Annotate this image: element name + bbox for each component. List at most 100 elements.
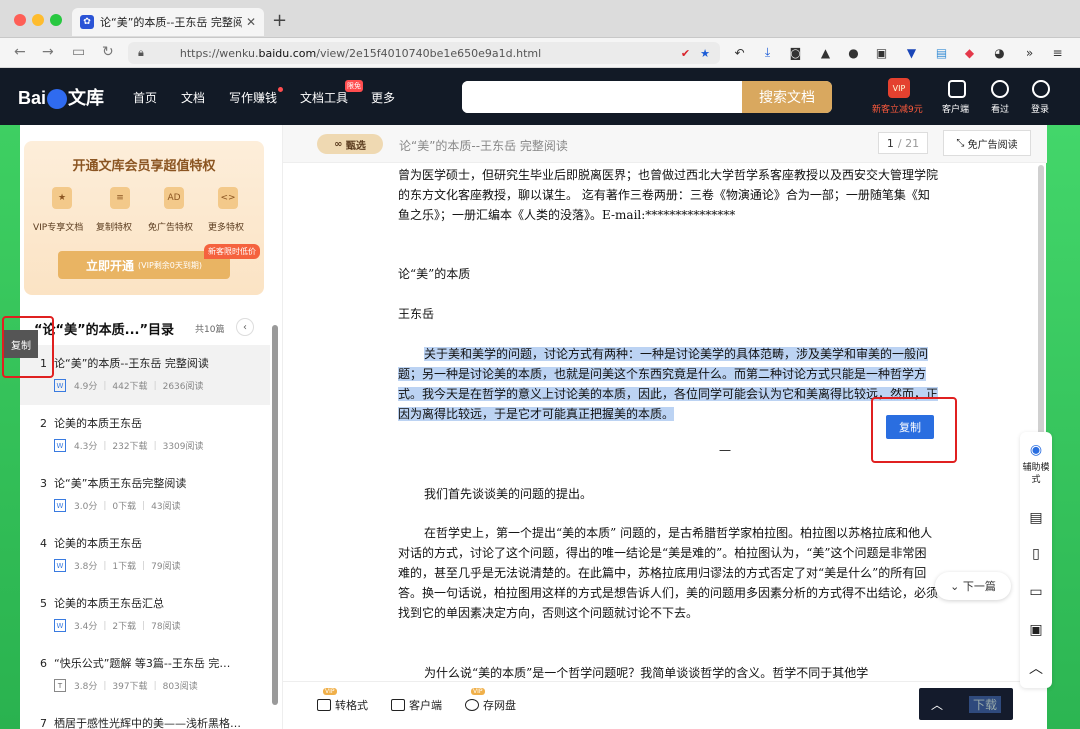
author-bio: 曾为医学硕士，但研究生毕业后即脱离医界；也曾做过西北大学哲学系客座教授以及西安交… [398,168,939,222]
paragraph: 为什么说“美的本质”是一个哲学问题呢？我简单谈谈哲学的含义。哲学不同于其他学 [424,666,869,680]
more-tools-icon[interactable]: » [1022,45,1037,60]
promo-text[interactable]: 新客立减9元 [872,102,923,115]
client-icon[interactable] [948,80,966,98]
back-to-top-icon[interactable]: ︿ [1026,658,1046,678]
vip-doc-icon: ★ [52,187,72,209]
new-tab-button[interactable]: + [272,10,287,31]
zoom-window-button[interactable] [50,14,62,26]
menu-icon[interactable]: ≡ [1050,45,1065,60]
doc-title: 论“美”的本质--王东岳 完整阅读 [399,139,568,153]
clipboard-icon[interactable]: ▣ [1026,620,1046,640]
rocket-icon[interactable]: ▲ [818,45,833,60]
word-file-icon: W [54,559,66,572]
collapse-toc-icon[interactable]: ‹ [236,318,254,336]
assist-mode-label[interactable]: 辅助模式 [1021,462,1051,486]
toc-item[interactable]: 2 论美的本质王东岳 W 4.3分 | 232下载 | 3309阅读 [20,405,270,465]
wenku-logo[interactable]: Bai 文库 [18,84,104,110]
circle-icon[interactable]: ● [846,45,861,60]
toc-item-title: 1 论“美”的本质--王东岳 完整阅读 [40,357,209,370]
copy-privilege-icon: ≡ [110,187,130,209]
search-box: 搜索文档 [462,81,832,113]
tab-title: 论“美”的本质--王东岳 完整阅读 - 百 [100,16,242,29]
nav-doc-tools[interactable]: 文档工具 [300,89,348,106]
panda-icon[interactable]: ◕ [992,45,1007,60]
curated-badge: ∞ 甄选 [317,134,383,154]
minimize-window-button[interactable] [32,14,44,26]
next-doc-button[interactable]: ⌄ 下一篇 [935,572,1011,600]
expand-up-icon[interactable]: ︿ [931,696,943,713]
floating-toolbar: ◉ 辅助模式 ▤ ▯ ▭ ▣ ︿ [1020,432,1052,688]
convert-format-button[interactable]: 转格式 [317,697,368,713]
site-header: Bai 文库 首页 文档 写作赚钱 文档工具 限免 更多 搜索文档 VIP 新客立… [0,68,1080,125]
undo-icon[interactable]: ↶ [732,45,747,60]
toc-title: “论“美”的本质...”目录 [34,323,174,338]
history-icon[interactable] [991,80,1009,98]
tab-close-icon[interactable]: ✕ [246,15,256,29]
text-file-icon: T [54,679,66,692]
toc-item-meta: W 3.8分 | 1下载 | 79阅读 [54,559,181,572]
sidebar-scrollbar[interactable] [272,325,278,705]
browser-tab-bar: ✿ 论“美”的本质--王东岳 完整阅读 - 百 ✕ + [0,0,1080,38]
address-bar[interactable]: 🔒︎ https://wenku.baidu.com/view/2e15f401… [128,42,720,64]
toc-item-meta: W 4.9分 | 442下载 | 2636阅读 [54,379,204,392]
nav-write-earn[interactable]: 写作赚钱 [229,89,277,106]
checkmark-icon[interactable]: ✔ [681,47,690,60]
free-badge: 限免 [345,80,363,92]
download-icon[interactable]: ⤓ [760,45,775,60]
vip-tag: VIP [323,688,337,695]
toc-item-meta: T 3.8分 | 397下载 | 803阅读 [54,679,198,692]
page-indicator[interactable]: 1/ 21 [878,132,928,154]
search-button[interactable]: 搜索文档 [742,81,832,113]
nav-docs[interactable]: 文档 [181,89,205,106]
vip-promo-card: 开通文库会员享超值特权 ★ ≡ AD <> VIP专享文档 复制特权 免广告特权… [24,141,264,295]
gift-icon[interactable]: VIP [888,78,910,98]
client-label[interactable]: 客户端 [942,102,969,115]
copy-button[interactable]: 复制 [886,415,934,439]
browser-tab[interactable]: ✿ 论“美”的本质--王东岳 完整阅读 - 百 ✕ [72,8,264,36]
camera-icon[interactable]: ◙ [788,45,803,60]
save-icon[interactable]: ▤ [934,45,949,60]
lock-icon: 🔒︎ [138,46,144,59]
shield-icon[interactable]: ▼ [904,45,919,60]
toc-item[interactable]: 1 论“美”的本质--王东岳 完整阅读 W 4.9分 | 442下载 | 2636阅读 [20,345,270,405]
history-label[interactable]: 看过 [991,102,1009,115]
toc-item[interactable]: 7 栖居于感性光辉中的美——浅析黑格… [20,705,270,729]
toc-item[interactable]: 5 论美的本质王东岳汇总 W 3.4分 | 2下载 | 78阅读 [20,585,270,645]
copy-side-button[interactable]: 复制 [4,330,38,358]
toc-item[interactable]: 6 “快乐公式”题解 等3篇--王东岳 完… T 3.8分 | 397下载 | 803阅读 [20,645,270,705]
login-label[interactable]: 登录 [1031,102,1049,115]
nav-home[interactable]: 首页 [133,89,157,106]
no-ads-reading-button[interactable]: ⤡ 免广告阅读 [943,130,1031,156]
download-button[interactable]: 下载 [969,696,1002,713]
client-button[interactable]: 客户端 [391,697,442,713]
search-input[interactable] [462,81,732,113]
pocket-icon[interactable]: ◆ [962,45,977,60]
expand-icon: ⤡ [956,137,968,149]
doc-bottom-bar: VIP 转格式 客户端 VIP 存网盘 ︿ 下载 [283,681,1047,729]
toc-item-title: 3 论“美”本质王东岳完整阅读 [40,477,187,490]
forward-icon[interactable]: → [42,44,54,60]
phone-icon[interactable]: ▯ [1026,544,1046,564]
toc-item-title: 6 “快乐公式”题解 等3篇--王东岳 完… [40,657,231,670]
reader-view-icon[interactable]: ▭ [72,44,85,60]
toc-item[interactable]: 4 论美的本质王东岳 W 3.8分 | 1下载 | 79阅读 [20,525,270,585]
reload-icon[interactable]: ↻ [102,44,114,60]
toc-item-title: 4 论美的本质王东岳 [40,537,142,550]
comment-icon[interactable]: ▭ [1026,582,1046,602]
nav-more[interactable]: 更多 [371,89,395,106]
cloud-icon [465,699,479,711]
toc-item[interactable]: 3 论“美”本质王东岳完整阅读 W 3.0分 | 0下载 | 43阅读 [20,465,270,525]
back-icon[interactable]: ← [14,44,26,60]
user-icon[interactable] [1032,80,1050,98]
perk-label: 免广告特权 [148,223,194,233]
assist-mode-icon[interactable]: ◉ [1026,440,1046,460]
save-to-cloud-button[interactable]: 存网盘 [465,697,516,713]
close-window-button[interactable] [14,14,26,26]
window-icon[interactable]: ▣ [874,45,889,60]
baidu-favicon-icon: ✿ [80,15,94,29]
bookmark-star-icon[interactable]: ★ [700,47,710,60]
double-chevron-down-icon: ⌄ [950,579,963,593]
toolbox-icon[interactable]: ▤ [1026,508,1046,528]
toc-item-meta: W 4.3分 | 232下载 | 3309阅读 [54,439,204,452]
toc-item-title: 2 论美的本质王东岳 [40,417,142,430]
